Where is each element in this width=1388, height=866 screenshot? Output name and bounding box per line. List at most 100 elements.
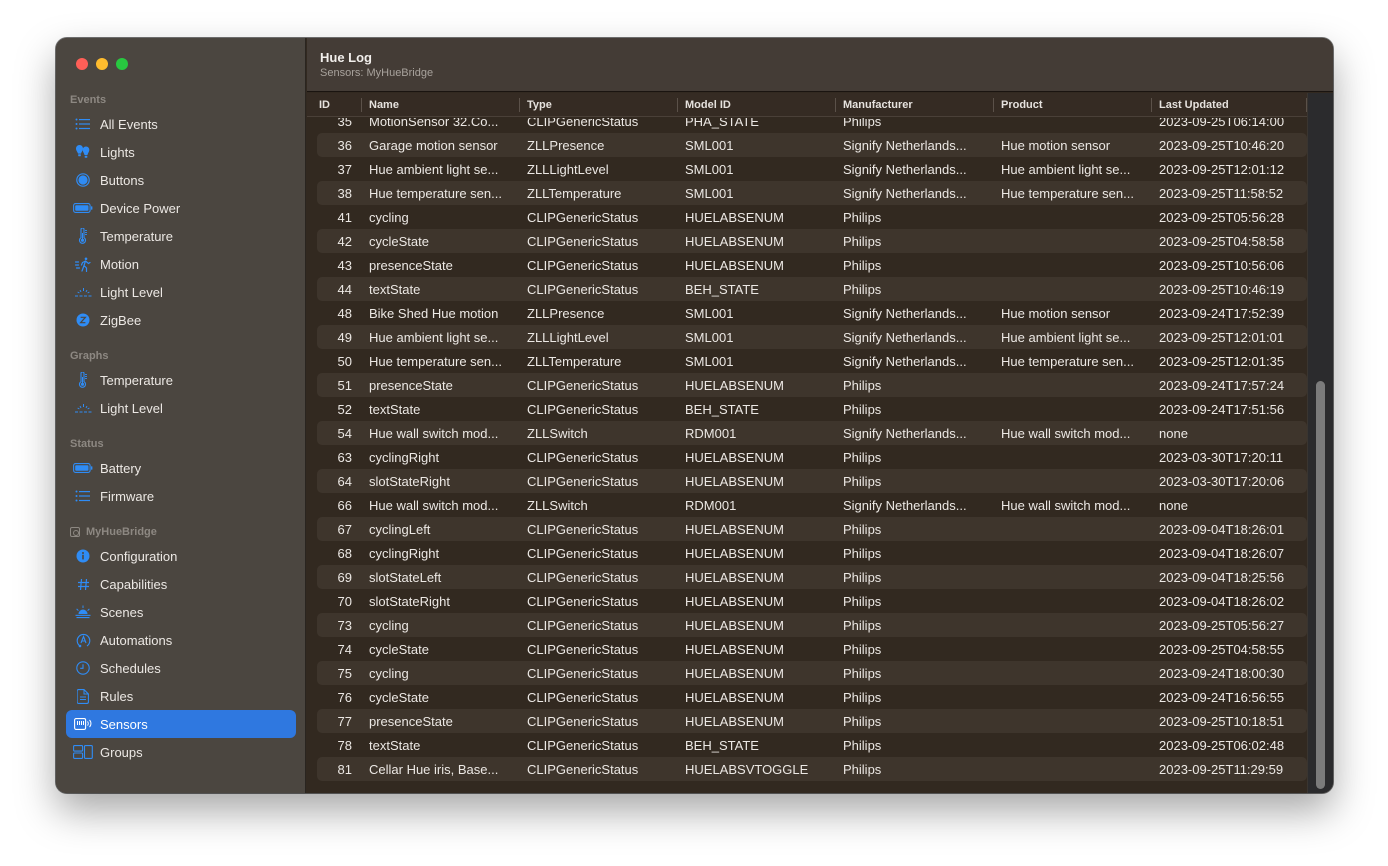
cell-model-id: RDM001: [685, 425, 737, 441]
cell-model-id: HUELABSENUM: [685, 641, 784, 657]
minimize-window-button[interactable]: [96, 58, 108, 70]
cell-id: 69: [337, 569, 352, 585]
cell-model-id: SML001: [685, 305, 734, 321]
table-row[interactable]: 81 Cellar Hue iris, Base... CLIPGenericSta…: [317, 757, 1307, 781]
sidebar-item-label: Rules: [100, 688, 134, 704]
automation-icon: [72, 632, 94, 648]
column-header-manufacturer[interactable]: Manufacturer: [836, 93, 994, 117]
sidebar-item-graph-temperature[interactable]: Temperature: [66, 366, 296, 394]
sidebar-item-rules[interactable]: Rules: [66, 682, 296, 710]
cell-last-updated: 2023-09-25T12:01:35: [1159, 353, 1285, 369]
table-row[interactable]: 67 cyclingLeft CLIPGenericStatus HUELABSENU…: [317, 517, 1307, 541]
cell-last-updated: 2023-09-25T10:18:51: [1159, 713, 1285, 729]
close-window-button[interactable]: [76, 58, 88, 70]
cell-name: Hue temperature sen...: [369, 353, 502, 369]
sidebar-item-label: Automations: [100, 632, 173, 648]
sidebar-item-graph-light-level[interactable]: Light Level: [66, 394, 296, 422]
cell-name: presenceState: [369, 713, 453, 729]
table-row[interactable]: 68 cyclingRight CLIPGenericStatus HUELABSEN…: [317, 541, 1307, 565]
sidebar-item-automations[interactable]: Automations: [66, 626, 296, 654]
sidebar-item-device-power[interactable]: Device Power: [66, 194, 296, 222]
cell-id: 81: [337, 761, 352, 777]
sidebar-item-motion[interactable]: Motion: [66, 250, 296, 278]
scrollbar-thumb[interactable]: [1316, 381, 1325, 789]
cell-model-id: HUELABSENUM: [685, 257, 784, 273]
cell-type: CLIPGenericStatus: [527, 713, 639, 729]
table-row[interactable]: 54 Hue wall switch mod... ZLLSwitch RDM001 S…: [317, 421, 1307, 445]
sidebar-item-schedules[interactable]: Schedules: [66, 654, 296, 682]
cell-id: 54: [337, 425, 352, 441]
table-row[interactable]: 42 cycleState CLIPGenericStatus HUELABSENUM…: [317, 229, 1307, 253]
column-header-name[interactable]: Name: [362, 93, 520, 117]
sidebar-item-configuration[interactable]: Configuration: [66, 542, 296, 570]
table-row[interactable]: 37 Hue ambient light se... ZLLLightLevel SM…: [317, 157, 1307, 181]
cell-last-updated: 2023-09-25T10:46:20: [1159, 137, 1285, 153]
sidebar-item-battery[interactable]: Battery: [66, 454, 296, 482]
cell-name: cycling: [369, 209, 409, 225]
sidebar-item-all-events[interactable]: All Events: [66, 110, 296, 138]
column-header-product[interactable]: Product: [994, 93, 1152, 117]
table-row[interactable]: 77 presenceState CLIPGenericStatus HUELABSE…: [317, 709, 1307, 733]
cell-name: MotionSensor 32.Co...: [369, 118, 499, 129]
cell-model-id: HUELABSENUM: [685, 377, 784, 393]
column-header-last-updated[interactable]: Last Updated: [1152, 93, 1307, 117]
cell-id: 43: [337, 257, 352, 273]
sidebar-item-capabilities[interactable]: Capabilities: [66, 570, 296, 598]
cell-model-id: RDM001: [685, 497, 737, 513]
cell-type: ZLLTemperature: [527, 353, 622, 369]
table-row[interactable]: 44 textState CLIPGenericStatus BEH_STATE Phi…: [317, 277, 1307, 301]
table-row[interactable]: 43 presenceState CLIPGenericStatus HUELABSE…: [317, 253, 1307, 277]
zoom-window-button[interactable]: [116, 58, 128, 70]
table-row[interactable]: 73 cycling CLIPGenericStatus HUELABSENUM Phi…: [317, 613, 1307, 637]
column-header-type[interactable]: Type: [520, 93, 678, 117]
cell-model-id: HUELABSENUM: [685, 521, 784, 537]
sidebar-item-temperature[interactable]: Temperature: [66, 222, 296, 250]
table-row[interactable]: 35 MotionSensor 32.Co... CLIPGenericStatus…: [317, 118, 1307, 133]
table-row[interactable]: 76 cycleState CLIPGenericStatus HUELABSENUM…: [317, 685, 1307, 709]
sidebar-item-light-level[interactable]: Light Level: [66, 278, 296, 306]
cell-model-id: BEH_STATE: [685, 281, 759, 297]
table-row[interactable]: 70 slotStateRight CLIPGenericStatus HUELABS…: [317, 589, 1307, 613]
table-row[interactable]: 75 cycling CLIPGenericStatus HUELABSENUM Phi…: [317, 661, 1307, 685]
cell-last-updated: 2023-09-24T16:56:55: [1159, 689, 1285, 705]
sidebar-item-buttons[interactable]: Buttons: [66, 166, 296, 194]
sidebar-item-groups[interactable]: Groups: [66, 738, 296, 766]
table-row[interactable]: 66 Hue wall switch mod... ZLLSwitch RDM001 S…: [317, 493, 1307, 517]
cell-model-id: HUELABSENUM: [685, 689, 784, 705]
table-row[interactable]: 48 Bike Shed Hue motion ZLLPresence SML001 S…: [317, 301, 1307, 325]
cell-type: CLIPGenericStatus: [527, 281, 639, 297]
table-row[interactable]: 38 Hue temperature sen... ZLLTemperature SM…: [317, 181, 1307, 205]
table-row[interactable]: 78 textState CLIPGenericStatus BEH_STATE Phi…: [317, 733, 1307, 757]
table-row[interactable]: 63 cyclingRight CLIPGenericStatus HUELABSEN…: [317, 445, 1307, 469]
sidebar-item-scenes[interactable]: Scenes: [66, 598, 296, 626]
cell-model-id: SML001: [685, 329, 734, 345]
sidebar-item-lights[interactable]: Lights: [66, 138, 296, 166]
table-row[interactable]: 41 cycling CLIPGenericStatus HUELABSENUM Phi…: [317, 205, 1307, 229]
sidebar-item-sensors[interactable]: Sensors: [66, 710, 296, 738]
sidebar-item-firmware[interactable]: Firmware: [66, 482, 296, 510]
sidebar-item-zigbee[interactable]: ZigBee: [66, 306, 296, 334]
sidebar-item-label: Configuration: [100, 548, 178, 564]
table-row[interactable]: 36 Garage motion sensor ZLLPresence SML001 S…: [317, 133, 1307, 157]
table-row[interactable]: 51 presenceState CLIPGenericStatus HUELABSE…: [317, 373, 1307, 397]
table-row[interactable]: 49 Hue ambient light se... ZLLLightLevel SM…: [317, 325, 1307, 349]
cell-id: 70: [337, 593, 352, 609]
sidebar-item-label: Temperature: [100, 372, 173, 388]
table-row[interactable]: 69 slotStateLeft CLIPGenericStatus HUELABSE…: [317, 565, 1307, 589]
sidebar-header: Events: [70, 94, 107, 106]
cell-name: cycling: [369, 665, 409, 681]
cell-id: 68: [337, 545, 352, 561]
cell-model-id: SML001: [685, 137, 734, 153]
table-row[interactable]: 52 textState CLIPGenericStatus BEH_STATE Phi…: [317, 397, 1307, 421]
sensor-icon: [72, 716, 94, 732]
table-row[interactable]: 74 cycleState CLIPGenericStatus HUELABSENUM…: [317, 637, 1307, 661]
table-row[interactable]: 50 Hue temperature sen... ZLLTemperature SM…: [317, 349, 1307, 373]
column-header-id[interactable]: ID: [317, 93, 362, 117]
cell-name: cycling: [369, 617, 409, 633]
table-row[interactable]: 64 slotStateRight CLIPGenericStatus HUELABS…: [317, 469, 1307, 493]
cell-last-updated: 2023-09-24T17:57:24: [1159, 377, 1285, 393]
cell-type: CLIPGenericStatus: [527, 689, 639, 705]
cell-model-id: SML001: [685, 185, 734, 201]
column-header-model-id[interactable]: Model ID: [678, 93, 836, 117]
vertical-scrollbar[interactable]: [1307, 93, 1333, 793]
